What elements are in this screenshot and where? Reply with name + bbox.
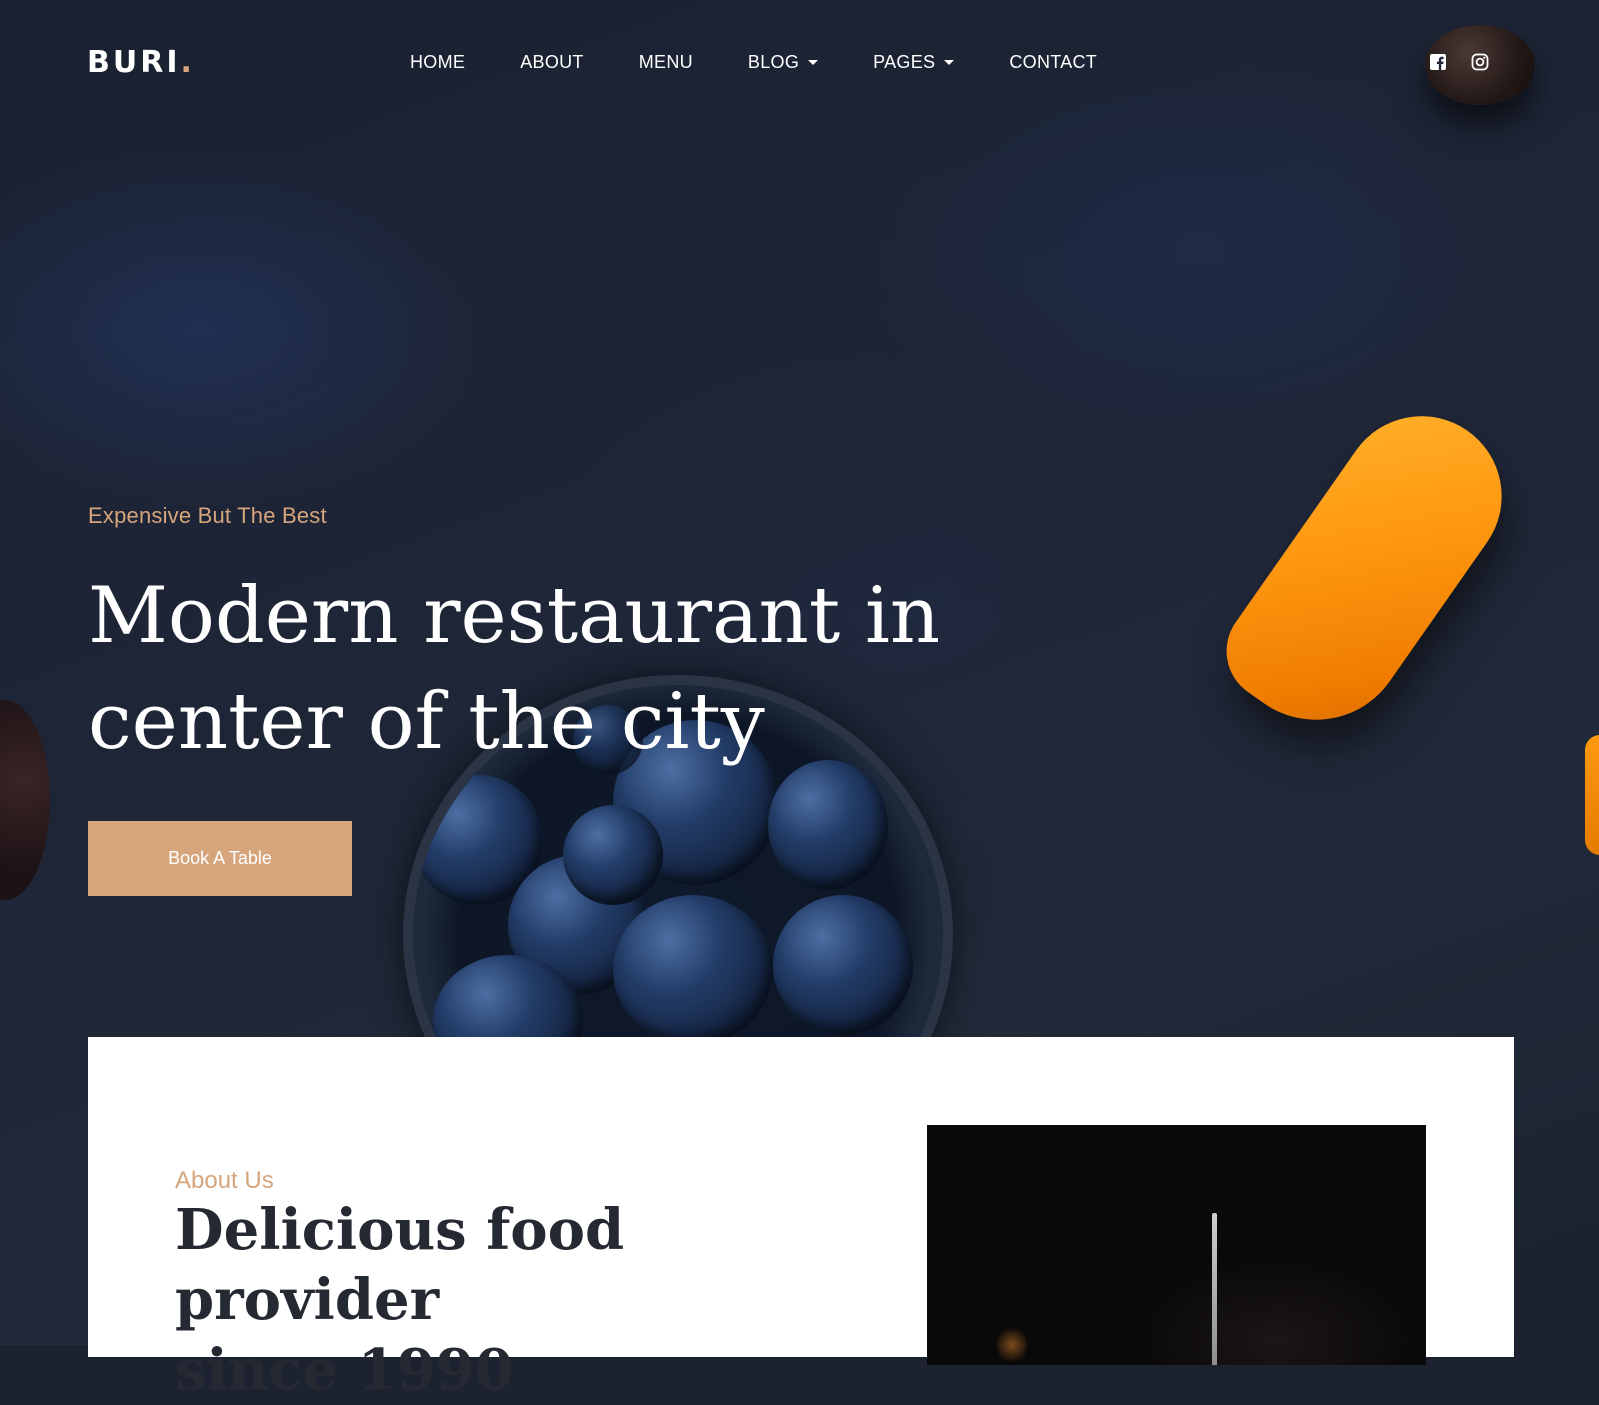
hero-headline-line-2: center of the city: [88, 677, 765, 767]
nav-item-menu[interactable]: MENU: [639, 52, 693, 73]
about-section: About Us Delicious food provider since 1…: [88, 1037, 1514, 1403]
about-eyebrow: About Us: [175, 1167, 274, 1194]
orange-slice-edge-image: [1585, 735, 1599, 855]
social-links: [1429, 53, 1489, 71]
instagram-icon[interactable]: [1471, 53, 1489, 71]
book-table-button[interactable]: Book A Table: [88, 821, 352, 896]
caret-down-icon: [808, 60, 819, 65]
candle-image: [1212, 1213, 1217, 1365]
light-glow: [997, 1325, 1027, 1365]
nav-item-about[interactable]: ABOUT: [520, 52, 584, 73]
about-title: Delicious food provider since 1990: [175, 1195, 875, 1405]
hero-headline-line-1: Modern restaurant in: [88, 571, 941, 661]
about-title-line-1: Delicious food provider: [175, 1197, 625, 1333]
caret-down-icon: [944, 60, 955, 65]
about-image: [927, 1125, 1426, 1365]
nav-item-blog[interactable]: BLOG: [748, 52, 819, 73]
brand-logo[interactable]: BURI.: [87, 45, 195, 80]
hero-headline: Modern restaurant in center of the city: [88, 563, 988, 775]
plum-image: [0, 700, 50, 900]
nav-item-home[interactable]: HOME: [410, 52, 465, 73]
nav-item-pages[interactable]: PAGES: [873, 52, 955, 73]
hero-eyebrow: Expensive But The Best: [88, 503, 327, 528]
orange-slice-image: [1206, 384, 1534, 756]
main-nav: HOME ABOUT MENU BLOG PAGES CONTACT: [410, 52, 1152, 73]
facebook-icon[interactable]: [1429, 53, 1447, 71]
about-title-line-2: since 1990: [175, 1337, 514, 1403]
nav-item-contact[interactable]: CONTACT: [1009, 52, 1097, 73]
